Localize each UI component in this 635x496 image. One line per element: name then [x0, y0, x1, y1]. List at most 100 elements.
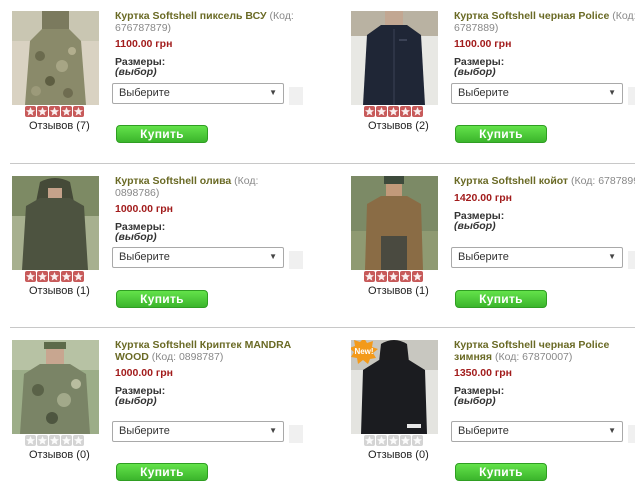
star-icon [412, 106, 423, 117]
star-icon [37, 271, 48, 282]
product-title[interactable]: Куртка Softshell пиксель ВСУ (Код: 67678… [115, 10, 305, 34]
product-info: Куртка Softshell койот (Код: 6787899) 14… [454, 175, 635, 231]
star-icon [49, 271, 60, 282]
chevron-down-icon: ▼ [608, 252, 616, 261]
product-code: (Код: 6787899) [571, 175, 635, 187]
star-icon [412, 271, 423, 282]
size-select[interactable]: Выберите ▼ [451, 83, 623, 104]
star-icon [61, 435, 72, 446]
product-title[interactable]: Куртка Softshell Криптек MANDRA WOOD (Ко… [115, 339, 305, 363]
star-icon [376, 435, 387, 446]
product-title[interactable]: Куртка Softshell черная Police зимняя (К… [454, 339, 635, 363]
product-photo[interactable] [12, 176, 99, 270]
size-select[interactable]: Выберите ▼ [112, 421, 284, 442]
star-icon [37, 106, 48, 117]
select-value: Выберите [119, 87, 170, 99]
select-side-box [628, 87, 635, 105]
select-side-box [289, 425, 303, 443]
size-select[interactable]: Выберите ▼ [112, 247, 284, 268]
rating-stars [364, 435, 423, 446]
star-icon [61, 106, 72, 117]
product-price: 1100.00 грн [454, 38, 512, 50]
sizes-label: Размеры: (выбор) [115, 221, 166, 243]
star-icon [25, 271, 36, 282]
product-code: (Код: 0898787) [151, 350, 224, 363]
product-photo[interactable]: New! [351, 340, 438, 434]
size-select[interactable]: Выберите ▼ [451, 421, 623, 442]
buy-button[interactable]: Купить [116, 463, 208, 481]
chevron-down-icon: ▼ [608, 426, 616, 435]
star-icon [364, 435, 375, 446]
select-value: Выберите [458, 251, 509, 263]
product-name[interactable]: Куртка Softshell черная Police [454, 10, 609, 22]
product-info: Куртка Softshell олива (Код: 0898786) 10… [115, 175, 305, 243]
buy-button[interactable]: Купить [455, 125, 547, 143]
size-select[interactable]: Выберите ▼ [112, 83, 284, 104]
product-card: Отзывов (0) Куртка Softshell Криптек MAN… [0, 329, 317, 495]
rating-stars [25, 106, 84, 117]
rating-stars [364, 106, 423, 117]
product-card: Отзывов (1) Куртка Softshell койот (Код:… [339, 165, 635, 331]
buy-button[interactable]: Купить [116, 290, 208, 308]
star-icon [376, 271, 387, 282]
reviews-link[interactable]: Отзывов (0) [29, 449, 90, 461]
star-icon [73, 106, 84, 117]
new-badge: New! [351, 340, 378, 364]
chevron-down-icon: ▼ [608, 88, 616, 97]
chevron-down-icon: ▼ [269, 426, 277, 435]
rating-stars [25, 435, 84, 446]
reviews-link[interactable]: Отзывов (7) [29, 120, 90, 132]
star-icon [364, 271, 375, 282]
reviews-link[interactable]: Отзывов (1) [368, 285, 429, 297]
row-divider [10, 163, 635, 164]
product-price: 1420.00 грн [454, 191, 513, 204]
buy-button[interactable]: Купить [116, 125, 208, 143]
product-price: 1000.00 грн [115, 367, 174, 379]
product-photo[interactable] [351, 176, 438, 270]
chevron-down-icon: ▼ [269, 88, 277, 97]
reviews-link[interactable]: Отзывов (2) [368, 120, 429, 132]
row-divider [10, 327, 635, 328]
sizes-label: Размеры: (выбор) [115, 56, 166, 78]
sizes-label: Размеры: (выбор) [454, 56, 505, 78]
product-price: 1000.00 грн [115, 203, 174, 215]
select-value: Выберите [458, 425, 509, 437]
product-price: 1100.00 грн [115, 38, 173, 50]
product-title[interactable]: Куртка Softshell черная Police (Код: 678… [454, 10, 635, 34]
buy-button[interactable]: Купить [455, 290, 547, 308]
star-icon [25, 435, 36, 446]
select-side-box [289, 251, 303, 269]
star-icon [73, 435, 84, 446]
product-photo[interactable] [12, 340, 99, 434]
product-photo[interactable] [351, 11, 438, 105]
star-icon [37, 435, 48, 446]
star-icon [400, 271, 411, 282]
product-code: (Код: 67870007) [494, 350, 573, 363]
star-icon [49, 435, 60, 446]
product-info: Куртка Softshell Криптек MANDRA WOOD (Ко… [115, 339, 305, 406]
buy-button[interactable]: Купить [455, 463, 547, 481]
product-name[interactable]: Куртка Softshell койот [454, 175, 568, 187]
select-value: Выберите [119, 425, 170, 437]
product-photo[interactable] [12, 11, 99, 105]
product-card: New! Отзывов (0) Куртка Softshell черная… [339, 329, 635, 495]
size-select[interactable]: Выберите ▼ [451, 247, 623, 268]
select-value: Выберите [119, 251, 170, 263]
reviews-link[interactable]: Отзывов (0) [368, 449, 429, 461]
rating-stars [364, 271, 423, 282]
star-icon [388, 435, 399, 446]
star-icon [25, 106, 36, 117]
product-name[interactable]: Куртка Softshell олива [115, 175, 231, 187]
product-info: Куртка Softshell пиксель ВСУ (Код: 67678… [115, 10, 305, 78]
product-name[interactable]: Куртка Softshell пиксель ВСУ [115, 10, 267, 22]
product-title[interactable]: Куртка Softshell олива (Код: 0898786) [115, 175, 305, 199]
rating-stars [25, 271, 84, 282]
product-title[interactable]: Куртка Softshell койот (Код: 6787899) [454, 175, 635, 188]
reviews-link[interactable]: Отзывов (1) [29, 285, 90, 297]
product-row: Отзывов (0) Куртка Softshell Криптек MAN… [0, 329, 635, 495]
svg-text:New!: New! [354, 347, 373, 356]
product-card: Отзывов (7) Куртка Softshell пиксель ВСУ… [0, 0, 317, 166]
star-icon [49, 106, 60, 117]
select-side-box [628, 251, 635, 269]
star-icon [73, 271, 84, 282]
